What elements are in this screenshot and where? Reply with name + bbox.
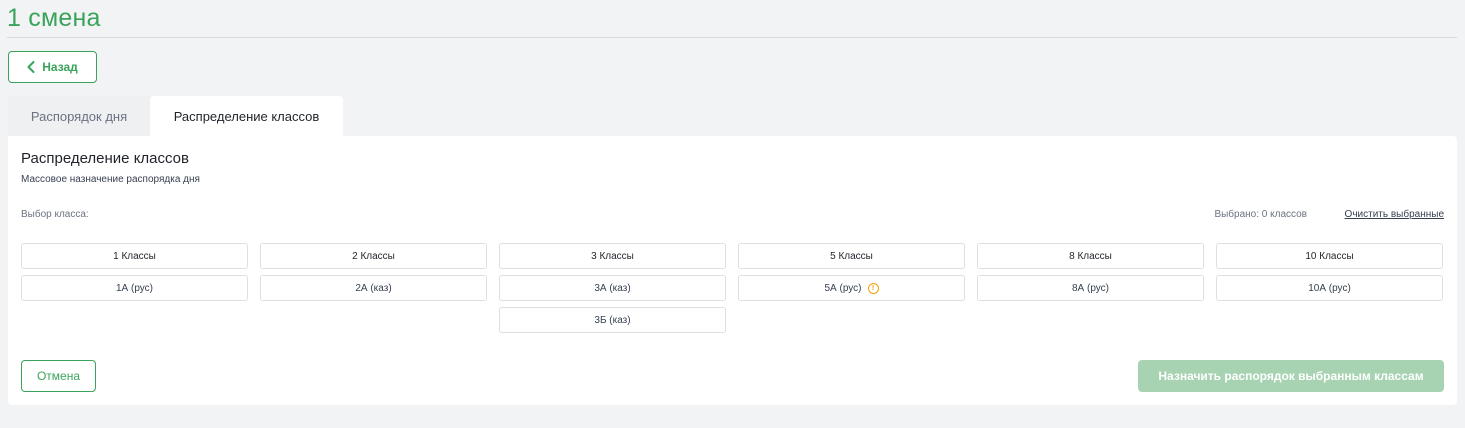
page-title: 1 смена bbox=[7, 4, 101, 32]
selected-count: Выбрано: 0 классов bbox=[1214, 209, 1307, 220]
cancel-button[interactable]: Отмена bbox=[21, 360, 96, 392]
group-header-3[interactable]: 3 Классы bbox=[499, 243, 726, 269]
class-group-1: 1 Классы 1А (рус) bbox=[21, 243, 248, 333]
class-grid: 1 Классы 1А (рус) 2 Классы 2А (каз) 3 Кл… bbox=[21, 243, 1443, 333]
class-group-10: 10 Классы 10А (рус) bbox=[1216, 243, 1443, 333]
class-select-label: Выбор класса: bbox=[21, 209, 89, 220]
tab-class-distribution[interactable]: Распределение классов bbox=[150, 96, 343, 136]
chevron-left-icon bbox=[27, 61, 35, 73]
class-item-5a-label: 5А (рус) bbox=[824, 282, 862, 294]
panel-subtitle: Массовое назначение распорядка дня bbox=[21, 174, 200, 185]
class-item-5a[interactable]: 5А (рус) ! bbox=[738, 275, 965, 301]
clear-selection-link[interactable]: Очистить выбранные bbox=[1345, 209, 1444, 220]
back-button-label: Назад bbox=[42, 60, 78, 74]
class-group-3: 3 Классы 3А (каз) 3Б (каз) bbox=[499, 243, 726, 333]
class-item-3a[interactable]: 3А (каз) bbox=[499, 275, 726, 301]
assign-schedule-button[interactable]: Назначить распорядок выбранным классам bbox=[1138, 360, 1444, 392]
class-item-2a[interactable]: 2А (каз) bbox=[260, 275, 487, 301]
tab-daily-schedule[interactable]: Распорядок дня bbox=[8, 96, 150, 136]
group-header-1[interactable]: 1 Классы bbox=[21, 243, 248, 269]
tab-bar: Распорядок дня Распределение классов bbox=[8, 96, 343, 136]
panel-title: Распределение классов bbox=[21, 150, 189, 167]
group-header-8[interactable]: 8 Классы bbox=[977, 243, 1204, 269]
class-item-1a[interactable]: 1А (рус) bbox=[21, 275, 248, 301]
class-distribution-panel: Распределение классов Массовое назначени… bbox=[8, 136, 1457, 405]
class-item-3b[interactable]: 3Б (каз) bbox=[499, 307, 726, 333]
warning-icon: ! bbox=[867, 282, 879, 294]
class-group-2: 2 Классы 2А (каз) bbox=[260, 243, 487, 333]
class-group-5: 5 Классы 5А (рус) ! bbox=[738, 243, 965, 333]
class-item-10a[interactable]: 10А (рус) bbox=[1216, 275, 1443, 301]
group-header-10[interactable]: 10 Классы bbox=[1216, 243, 1443, 269]
group-header-5[interactable]: 5 Классы bbox=[738, 243, 965, 269]
group-header-2[interactable]: 2 Классы bbox=[260, 243, 487, 269]
back-button[interactable]: Назад bbox=[8, 51, 97, 83]
title-divider bbox=[7, 37, 1457, 38]
class-group-8: 8 Классы 8А (рус) bbox=[977, 243, 1204, 333]
class-item-8a[interactable]: 8А (рус) bbox=[977, 275, 1204, 301]
